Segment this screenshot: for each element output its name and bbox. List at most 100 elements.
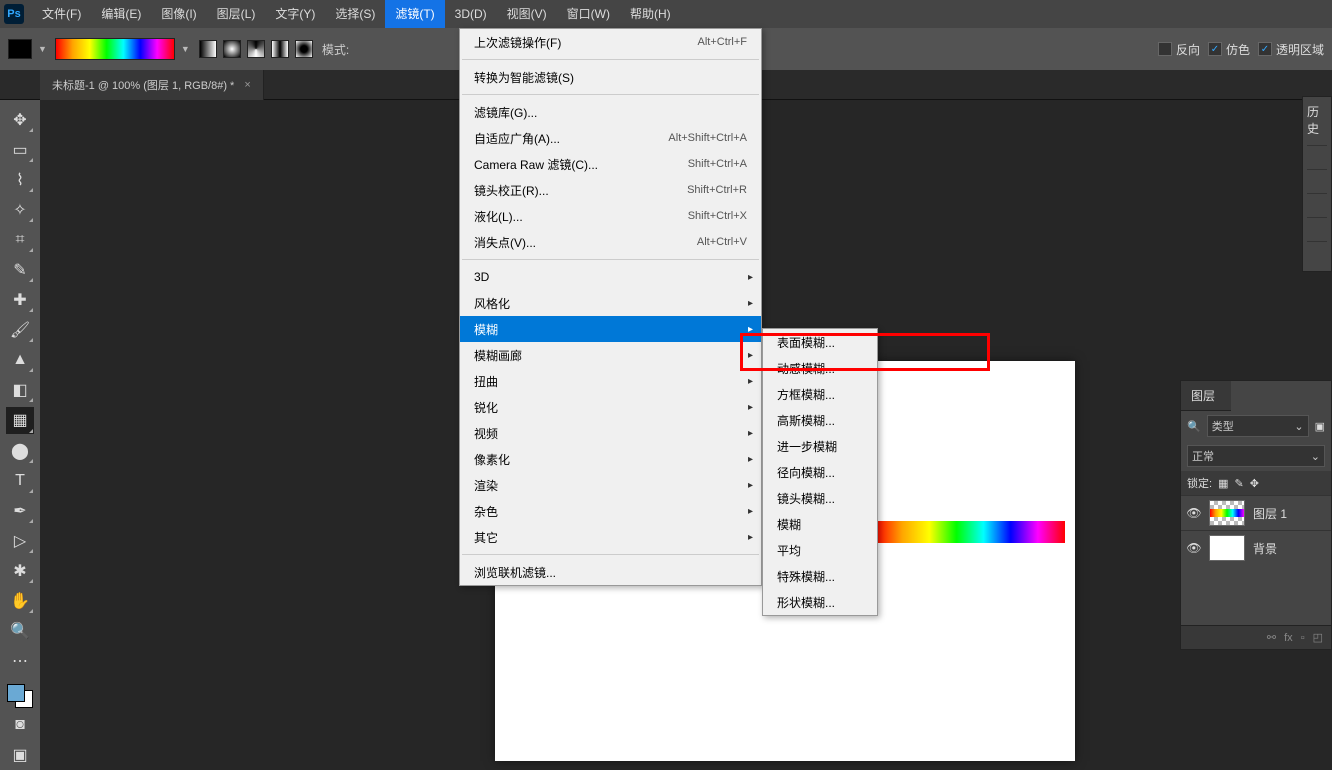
blur-tool[interactable]: ⬤ xyxy=(6,438,34,464)
submenu-item[interactable]: 径向模糊... xyxy=(763,459,877,485)
menu-item[interactable]: 消失点(V)...Alt+Ctrl+V xyxy=(460,229,761,255)
chevron-down-icon[interactable]: ▼ xyxy=(38,44,47,54)
layers-panel-tab[interactable]: 图层 xyxy=(1181,381,1231,411)
color-swatches[interactable] xyxy=(5,682,35,710)
submenu-item[interactable]: 平均 xyxy=(763,537,877,563)
visibility-icon[interactable]: 👁 xyxy=(1187,506,1201,520)
gradient-radial-icon[interactable] xyxy=(223,40,241,58)
document-tab[interactable]: 未标题-1 @ 100% (图层 1, RGB/8#) * × xyxy=(40,70,264,100)
magic-wand-tool[interactable]: ✧ xyxy=(6,197,34,223)
hand-tool[interactable]: ✋ xyxy=(6,588,34,614)
menu-type[interactable]: 文字(Y) xyxy=(265,0,325,28)
lasso-tool[interactable]: ⌇ xyxy=(6,167,34,193)
menu-item[interactable]: 模糊 xyxy=(460,316,761,342)
menu-item[interactable]: 像素化 xyxy=(460,446,761,472)
menu-item[interactable]: 风格化 xyxy=(460,290,761,316)
menu-item[interactable]: 3D xyxy=(460,264,761,290)
menu-help[interactable]: 帮助(H) xyxy=(620,0,681,28)
layer-thumbnail[interactable] xyxy=(1209,500,1245,526)
layer-filter-type[interactable]: 类型⌄ xyxy=(1207,415,1309,437)
menu-item[interactable]: 滤镜库(G)... xyxy=(460,99,761,125)
pen-tool[interactable]: ✒ xyxy=(6,498,34,524)
menu-item[interactable]: 模糊画廊 xyxy=(460,342,761,368)
layer-row[interactable]: 👁 背景 xyxy=(1181,530,1331,565)
layer-row[interactable]: 👁 图层 1 xyxy=(1181,495,1331,530)
submenu-item[interactable]: 进一步模糊 xyxy=(763,433,877,459)
reverse-checkbox[interactable] xyxy=(1158,42,1172,56)
menu-item[interactable]: Camera Raw 滤镜(C)...Shift+Ctrl+A xyxy=(460,151,761,177)
menu-view[interactable]: 视图(V) xyxy=(497,0,557,28)
menu-item[interactable]: 锐化 xyxy=(460,394,761,420)
eyedropper-tool[interactable]: ✎ xyxy=(6,257,34,283)
history-panel[interactable]: 历史 xyxy=(1302,96,1332,272)
path-select-tool[interactable]: ▷ xyxy=(6,528,34,554)
quick-mask-tool[interactable]: ◙ xyxy=(6,712,34,738)
menu-select[interactable]: 选择(S) xyxy=(325,0,385,28)
edit-toolbar[interactable]: ⋯ xyxy=(6,648,34,674)
brush-tool[interactable]: 🖌 xyxy=(6,317,34,343)
stamp-tool[interactable]: ▲ xyxy=(6,347,34,373)
submenu-item[interactable]: 模糊 xyxy=(763,511,877,537)
link-layers-icon[interactable]: ⚯ xyxy=(1267,631,1276,644)
gradient-reflected-icon[interactable] xyxy=(271,40,289,58)
lock-position-icon[interactable]: ✎ xyxy=(1234,477,1243,490)
menu-item[interactable]: 浏览联机滤镜... xyxy=(460,559,761,585)
menu-item[interactable]: 液化(L)...Shift+Ctrl+X xyxy=(460,203,761,229)
menu-item[interactable]: 转换为智能滤镜(S) xyxy=(460,64,761,90)
menu-item[interactable]: 镜头校正(R)...Shift+Ctrl+R xyxy=(460,177,761,203)
gradient-linear-icon[interactable] xyxy=(199,40,217,58)
menu-item[interactable]: 扭曲 xyxy=(460,368,761,394)
lock-all-icon[interactable]: ✥ xyxy=(1250,477,1259,490)
gradient-tool-icon[interactable] xyxy=(8,39,32,59)
menu-item[interactable]: 其它 xyxy=(460,524,761,550)
new-layer-icon[interactable]: ◰ xyxy=(1313,631,1323,644)
menu-item[interactable]: 自适应广角(A)...Alt+Shift+Ctrl+A xyxy=(460,125,761,151)
gradient-tool[interactable]: ▦ xyxy=(6,407,34,433)
shape-tool[interactable]: ✱ xyxy=(6,558,34,584)
menu-window[interactable]: 窗口(W) xyxy=(557,0,620,28)
submenu-item[interactable]: 方框模糊... xyxy=(763,381,877,407)
transparency-checkbox[interactable]: ✓ xyxy=(1258,42,1272,56)
gradient-diamond-icon[interactable] xyxy=(295,40,313,58)
marquee-tool[interactable]: ▭ xyxy=(6,137,34,163)
menu-layer[interactable]: 图层(L) xyxy=(207,0,266,28)
visibility-icon[interactable]: 👁 xyxy=(1187,541,1201,555)
submenu-item[interactable]: 动感模糊... xyxy=(763,355,877,381)
submenu-item[interactable]: 特殊模糊... xyxy=(763,563,877,589)
submenu-item[interactable]: 表面模糊... xyxy=(763,329,877,355)
eraser-tool[interactable]: ◧ xyxy=(6,377,34,403)
crop-tool[interactable]: ⌗ xyxy=(6,227,34,253)
foreground-color[interactable] xyxy=(7,684,25,702)
dither-checkbox[interactable]: ✓ xyxy=(1208,42,1222,56)
chevron-down-icon[interactable]: ▼ xyxy=(181,44,190,54)
submenu-item[interactable]: 镜头模糊... xyxy=(763,485,877,511)
filter-icon[interactable]: ▣ xyxy=(1315,420,1325,433)
move-tool[interactable]: ✥ xyxy=(6,107,34,133)
zoom-tool[interactable]: 🔍 xyxy=(6,618,34,644)
menu-item[interactable]: 杂色 xyxy=(460,498,761,524)
menu-item[interactable]: 视频 xyxy=(460,420,761,446)
layer-name[interactable]: 背景 xyxy=(1253,540,1277,557)
reverse-label: 反向 xyxy=(1176,41,1200,58)
menu-file[interactable]: 文件(F) xyxy=(32,0,91,28)
blend-mode-select[interactable]: 正常⌄ xyxy=(1187,445,1325,467)
submenu-item[interactable]: 形状模糊... xyxy=(763,589,877,615)
lock-pixels-icon[interactable]: ▦ xyxy=(1218,477,1228,490)
healing-tool[interactable]: ✚ xyxy=(6,287,34,313)
menu-edit[interactable]: 编辑(E) xyxy=(91,0,151,28)
gradient-angle-icon[interactable] xyxy=(247,40,265,58)
menu-filter[interactable]: 滤镜(T) xyxy=(385,0,444,28)
menu-3d[interactable]: 3D(D) xyxy=(445,0,497,28)
menu-image[interactable]: 图像(I) xyxy=(151,0,206,28)
screen-mode-tool[interactable]: ▣ xyxy=(6,742,34,768)
layer-name[interactable]: 图层 1 xyxy=(1253,505,1287,522)
mask-icon[interactable]: ▫ xyxy=(1301,632,1305,644)
layer-thumbnail[interactable] xyxy=(1209,535,1245,561)
submenu-item[interactable]: 高斯模糊... xyxy=(763,407,877,433)
menu-item[interactable]: 渲染 xyxy=(460,472,761,498)
menu-item[interactable]: 上次滤镜操作(F)Alt+Ctrl+F xyxy=(460,29,761,55)
gradient-preset-picker[interactable] xyxy=(55,38,175,60)
fx-icon[interactable]: fx xyxy=(1284,632,1293,644)
type-tool[interactable]: T xyxy=(6,468,34,494)
close-tab-icon[interactable]: × xyxy=(244,79,250,91)
